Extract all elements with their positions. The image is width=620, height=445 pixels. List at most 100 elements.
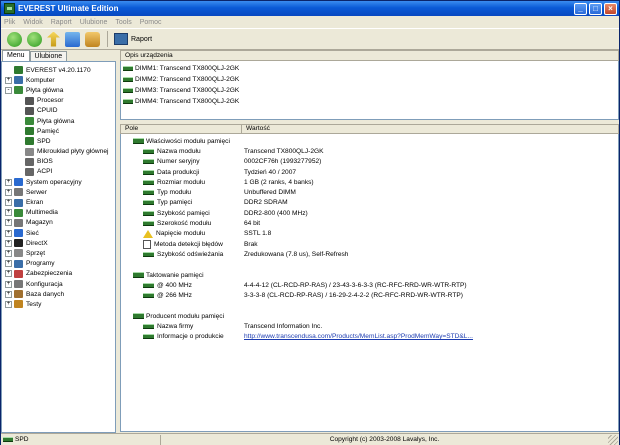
expand-icon[interactable]: + bbox=[5, 229, 12, 237]
expand-icon[interactable]: + bbox=[5, 280, 12, 288]
tab-favorites[interactable]: Ulubione bbox=[29, 51, 68, 61]
tree-node[interactable]: + DirectX bbox=[2, 238, 115, 248]
expand-icon[interactable]: + bbox=[5, 260, 12, 268]
report-icon[interactable] bbox=[114, 33, 128, 45]
maximize-button[interactable]: □ bbox=[589, 2, 602, 15]
details-row[interactable]: Data produkcji Tydzień 40 / 2007 bbox=[121, 167, 618, 177]
details-row[interactable]: @ 400 MHz 4-4-4-12 (CL-RCD-RP-RAS) / 23-4… bbox=[121, 280, 618, 290]
tree-node[interactable]: Pamięć bbox=[2, 126, 115, 136]
details-row[interactable]: Informacje o produkcie http://www.transce… bbox=[121, 332, 618, 342]
device-list-header[interactable]: Opis urządzenia bbox=[120, 50, 619, 61]
expand-icon[interactable]: + bbox=[5, 239, 12, 247]
column-header-value[interactable]: Wartość bbox=[242, 125, 618, 133]
menu-file[interactable]: Plik bbox=[4, 19, 15, 26]
details-row[interactable]: @ 266 MHz 3-3-3-8 (CL-RCD-RP-RAS) / 16-29… bbox=[121, 290, 618, 300]
details-row[interactable]: Szybkość pamięci DDR2-800 (400 MHz) bbox=[121, 208, 618, 218]
expand-icon[interactable]: + bbox=[5, 270, 12, 278]
device-list-item[interactable]: DIMM2: Transcend TX800QLJ-2GK bbox=[121, 74, 618, 85]
tree-node[interactable]: Płyta główna bbox=[2, 116, 115, 126]
tree-node[interactable]: SPD bbox=[2, 136, 115, 146]
tree-node-label: Pamięć bbox=[37, 127, 59, 135]
menu-favorites[interactable]: Ulubione bbox=[80, 19, 108, 26]
menu-report[interactable]: Raport bbox=[51, 19, 72, 26]
config-icon bbox=[14, 280, 23, 289]
details-row[interactable]: Nazwa firmy Transcend Information Inc. bbox=[121, 321, 618, 331]
tree-node[interactable]: ACPI bbox=[2, 167, 115, 177]
tree-node[interactable]: - Płyta główna bbox=[2, 85, 115, 95]
tree-node[interactable]: EVEREST v4.20.1170 bbox=[2, 65, 115, 75]
details-section-header[interactable]: Właściwości modułu pamięci bbox=[121, 136, 618, 146]
tree-node-label: Magazyn bbox=[26, 219, 53, 227]
expand-icon[interactable]: + bbox=[5, 300, 12, 308]
details-row[interactable]: Metoda detekcji błędów Brak bbox=[121, 239, 618, 249]
details-field-cell: Typ pamięci bbox=[121, 199, 242, 206]
details-section-header[interactable]: Taktowanie pamięci bbox=[121, 270, 618, 280]
expand-icon[interactable]: + bbox=[5, 199, 12, 207]
tree-node[interactable]: + Sieć bbox=[2, 228, 115, 238]
tree-node[interactable]: + Programy bbox=[2, 259, 115, 269]
menu-tools[interactable]: Tools bbox=[115, 19, 131, 26]
tree-node[interactable]: + Magazyn bbox=[2, 218, 115, 228]
details-row[interactable]: Typ pamięci DDR2 SDRAM bbox=[121, 198, 618, 208]
tree-node[interactable]: + Konfiguracja bbox=[2, 279, 115, 289]
tree-node[interactable]: + Komputer bbox=[2, 75, 115, 85]
tree-node[interactable]: Procesor bbox=[2, 96, 115, 106]
device-label: DIMM4: Transcend TX800QLJ-2GK bbox=[135, 98, 240, 105]
tree-node[interactable]: + Testy bbox=[2, 299, 115, 309]
details-row[interactable]: Nazwa modułu Transcend TX800QLJ-2GK bbox=[121, 146, 618, 156]
menu-view[interactable]: Widok bbox=[23, 19, 42, 26]
details-section-header[interactable]: Producent modułu pamięci bbox=[121, 311, 618, 321]
tree-node[interactable]: + Sprzęt bbox=[2, 248, 115, 258]
resize-grip[interactable] bbox=[608, 434, 618, 445]
up-arrow-icon[interactable] bbox=[47, 31, 60, 47]
expand-icon[interactable]: + bbox=[5, 219, 12, 227]
device-list-item[interactable]: DIMM1: Transcend TX800QLJ-2GK bbox=[121, 63, 618, 74]
expand-icon[interactable]: + bbox=[5, 76, 12, 84]
column-header-field[interactable]: Pole bbox=[121, 125, 242, 133]
expand-icon[interactable]: + bbox=[5, 178, 12, 186]
tree-node[interactable]: + Multimedia bbox=[2, 208, 115, 218]
title-bar[interactable]: EVEREST Ultimate Edition _ □ × bbox=[1, 1, 619, 16]
tree-node[interactable]: CPUID bbox=[2, 106, 115, 116]
details-row[interactable]: Szybkość odświeżania Zredukowana (7.8 us)… bbox=[121, 249, 618, 259]
device-list-item[interactable]: DIMM4: Transcend TX800QLJ-2GK bbox=[121, 96, 618, 107]
memory-module-icon bbox=[143, 282, 154, 288]
tree-node[interactable]: + Baza danych bbox=[2, 289, 115, 299]
expand-icon[interactable]: + bbox=[5, 249, 12, 257]
product-info-link[interactable]: http://www.transcendusa.com/Products/Mem… bbox=[242, 333, 618, 340]
details-row[interactable]: Typ modułu Unbuffered DIMM bbox=[121, 187, 618, 197]
tree-node-label: ACPI bbox=[37, 168, 53, 176]
tree-node[interactable]: + System operacyjny bbox=[2, 177, 115, 187]
users-icon[interactable] bbox=[85, 31, 100, 47]
expand-icon[interactable]: + bbox=[5, 209, 12, 217]
details-row[interactable]: Napięcie modułu SSTL 1.8 bbox=[121, 229, 618, 239]
details-row[interactable]: Numer seryjny 0002CF76h (1993277952) bbox=[121, 157, 618, 167]
menu-help[interactable]: Pomoc bbox=[140, 19, 162, 26]
details-row[interactable]: Rozmiar modułu 1 GB (2 ranks, 4 banks) bbox=[121, 177, 618, 187]
report-button-label[interactable]: Raport bbox=[131, 36, 152, 43]
device-list-item[interactable]: DIMM3: Transcend TX800QLJ-2GK bbox=[121, 85, 618, 96]
tree-node[interactable]: + Zabezpieczenia bbox=[2, 269, 115, 279]
minimize-button[interactable]: _ bbox=[574, 2, 587, 15]
details-value: 0002CF76h (1993277952) bbox=[244, 158, 322, 166]
expand-icon[interactable]: + bbox=[5, 188, 12, 196]
forward-arrow-icon[interactable] bbox=[27, 31, 42, 47]
collapse-icon[interactable]: - bbox=[5, 86, 12, 94]
close-button[interactable]: × bbox=[604, 2, 617, 15]
os-icon bbox=[14, 178, 23, 187]
tree-node[interactable]: + Serwer bbox=[2, 187, 115, 197]
expand-icon[interactable]: + bbox=[5, 290, 12, 298]
tree-node[interactable]: BIOS bbox=[2, 157, 115, 167]
tree-node[interactable]: Mikroukład płyty głównej bbox=[2, 147, 115, 157]
cpuid-icon bbox=[25, 106, 34, 115]
back-arrow-icon[interactable] bbox=[7, 31, 22, 47]
details-field-label: Typ pamięci bbox=[157, 199, 193, 207]
refresh-icon[interactable] bbox=[65, 31, 80, 47]
tree-node-label: Baza danych bbox=[26, 290, 65, 298]
details-row[interactable]: Szerokość modułu 64 bit bbox=[121, 218, 618, 228]
benchmark-icon bbox=[14, 300, 23, 309]
tab-menu[interactable]: Menu bbox=[2, 50, 30, 61]
tree-node[interactable]: + Ekran bbox=[2, 197, 115, 207]
